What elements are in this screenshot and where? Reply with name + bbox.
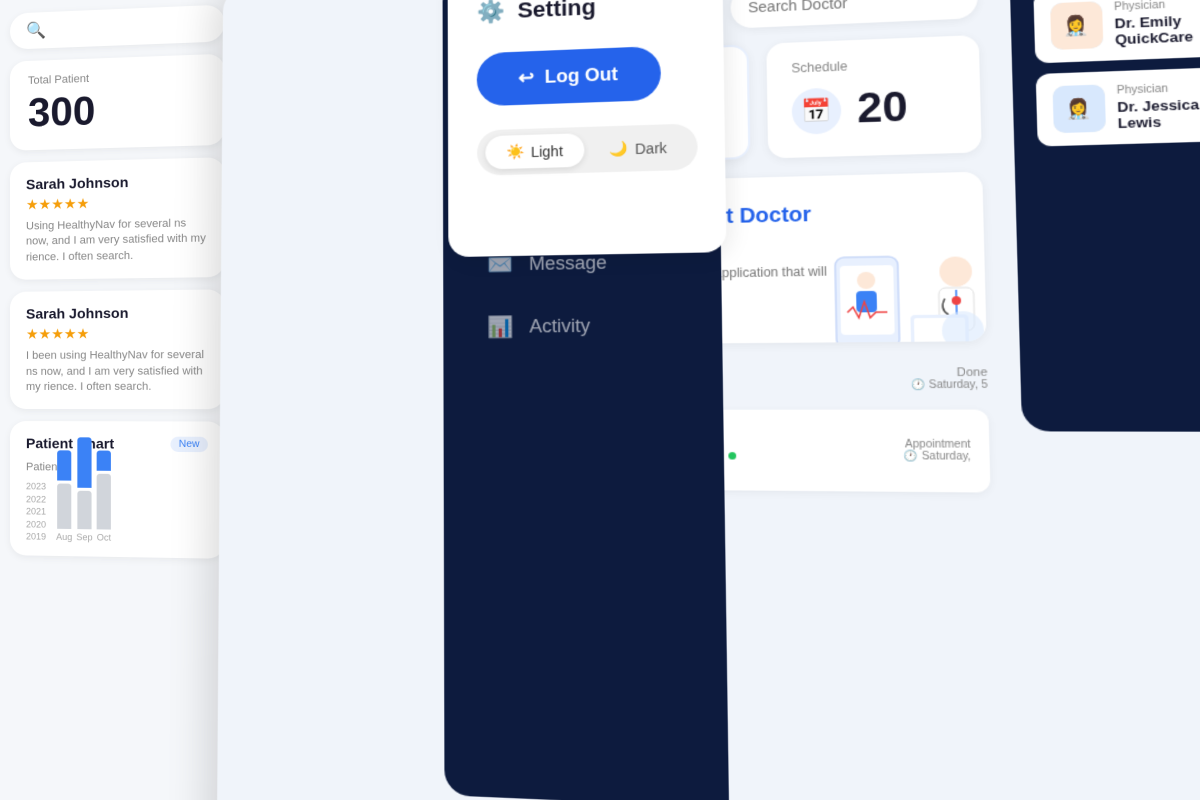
- sidebar-item-activity[interactable]: 📊 Activity: [475, 296, 690, 357]
- schedule-card: Schedule 📅 20: [767, 35, 982, 159]
- search-doctor-input[interactable]: [730, 0, 978, 29]
- patient-chart-card: Patient Chart New Patient 2023 2022 2021…: [10, 421, 225, 559]
- chart-sub: Patient: [26, 462, 208, 475]
- bar-aug-blue: [57, 451, 71, 481]
- review-card-1: Sarah Johnson ★★★★★ Using HealthyNav for…: [10, 157, 225, 280]
- logout-label: Log Out: [545, 64, 618, 88]
- dark-label: Dark: [635, 139, 667, 156]
- bar-oct-gray: [97, 474, 111, 530]
- year-axis: 2023 2022 2021 2020 2019: [26, 482, 46, 542]
- moon-icon: 🌙: [610, 140, 629, 158]
- setting-title: Setting: [517, 0, 596, 24]
- history-appointment-info: Appointment 🕐 Saturday,: [903, 439, 971, 463]
- history-appt-label: Appointment: [903, 439, 970, 451]
- history-appt-time: 🕐 Saturday,: [904, 451, 971, 463]
- bar-sep-gray: [77, 491, 91, 530]
- physician-card-2: 👩‍⚕️ Physician Dr. Jessica Lewis: [1036, 65, 1200, 146]
- promo-illustration: [812, 223, 987, 345]
- dark-theme-button[interactable]: 🌙 Dark: [588, 130, 689, 167]
- left-panel: 🔍 Total Patient 300 Sarah Johnson ★★★★★ …: [0, 0, 235, 800]
- done-time: Saturday, 5: [929, 379, 988, 391]
- total-patient-card: Total Patient 300: [10, 54, 225, 151]
- theme-toggle: ☀️ Light 🌙 Dark: [477, 123, 698, 175]
- physician-name-2: Dr. Jessica Lewis: [1117, 94, 1200, 131]
- chart-new-badge: New: [170, 437, 207, 452]
- nav-message-label: Message: [529, 252, 607, 275]
- total-patient-label: Total Patient: [28, 69, 206, 87]
- reviewer1-text: Using HealthyNav for several ns now, and…: [26, 216, 208, 266]
- bar-oct-blue: [97, 451, 111, 471]
- physician-info-2: Physician Dr. Jessica Lewis: [1116, 80, 1200, 131]
- light-label: Light: [531, 142, 563, 159]
- bar-aug-gray: [57, 484, 71, 529]
- nav-activity-label: Activity: [529, 315, 590, 337]
- main-app: 🏥 MedisCare ➕ Dashboard 📅 Schedule ✉️ Me…: [217, 0, 1200, 800]
- physician-info-1: Physician Dr. Emily QuickCare: [1114, 0, 1200, 47]
- physician-card-1: 👩‍⚕️ Physician Dr. Emily QuickCare Appoi…: [1033, 0, 1200, 63]
- schedule-label: Schedule: [791, 55, 954, 76]
- done-label: Done: [911, 366, 988, 379]
- bar-sep-blue: [77, 438, 91, 489]
- physician-avatar-2: 👩‍⚕️: [1052, 84, 1106, 133]
- logout-button[interactable]: ↩ Log Out: [477, 46, 661, 107]
- calendar-icon: 📅: [792, 87, 842, 134]
- activity-icon: 📊: [487, 314, 512, 340]
- bar-chart: Aug Sep Oct: [56, 482, 208, 545]
- setting-panel: ⚙️ Setting ↩ Log Out ☀️ Light 🌙 Dark: [448, 0, 727, 257]
- physician-avatar-1: 👩‍⚕️: [1050, 1, 1103, 50]
- light-theme-button[interactable]: ☀️ Light: [485, 133, 584, 169]
- gear-icon: ⚙️: [477, 0, 506, 26]
- chart-title: Patient Chart: [26, 435, 114, 452]
- reviewer2-name: Sarah Johnson: [26, 304, 208, 322]
- physician-role-2: Physician: [1116, 80, 1200, 97]
- search-icon: 🔍: [26, 20, 46, 41]
- sun-icon: ☀️: [506, 143, 524, 161]
- reviewer2-stars: ★★★★★: [26, 324, 208, 343]
- left-search-bar[interactable]: 🔍: [10, 5, 225, 50]
- reviewer1-name: Sarah Johnson: [26, 172, 208, 192]
- schedule-value: 20: [857, 84, 909, 133]
- reviewer1-stars: ★★★★★: [26, 192, 208, 213]
- physician-panel: 2019 Jun 👩‍⚕️ Physician Dr. Emily QuickC…: [1009, 0, 1200, 432]
- reviewer2-text: I been using HealthyNav for several ns n…: [26, 348, 208, 395]
- app-container: 🔍 Total Patient 300 Sarah Johnson ★★★★★ …: [0, 0, 1200, 800]
- logout-icon: ↩: [518, 67, 534, 89]
- review-card-2: Sarah Johnson ★★★★★ I been using Healthy…: [10, 290, 225, 410]
- physician-name-1: Dr. Emily QuickCare: [1114, 11, 1200, 47]
- history-online-indicator: [728, 452, 736, 459]
- total-patient-value: 300: [28, 85, 206, 136]
